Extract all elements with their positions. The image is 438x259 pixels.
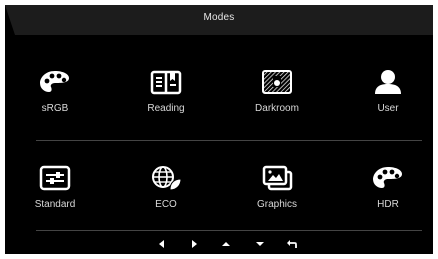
modes-grid: sRGB Reading Darkroom User Standard ECO … — [5, 5, 433, 254]
mode-label: Reading — [147, 103, 185, 114]
mode-hdr[interactable]: HDR — [338, 163, 438, 223]
user-icon — [372, 67, 404, 97]
mode-eco[interactable]: ECO — [116, 163, 216, 223]
mode-label: Darkroom — [255, 103, 299, 114]
left-arrow-icon[interactable] — [155, 237, 169, 251]
up-arrow-icon[interactable] — [219, 237, 233, 251]
book-icon — [150, 67, 182, 97]
sliders-icon — [39, 163, 71, 193]
mode-graphics[interactable]: Graphics — [227, 163, 327, 223]
palette-icon — [39, 67, 71, 97]
mode-reading[interactable]: Reading — [116, 67, 216, 127]
mode-user[interactable]: User — [338, 67, 438, 127]
mode-srgb[interactable]: sRGB — [5, 67, 105, 127]
mode-label: ECO — [155, 199, 177, 210]
osd-panel: Modes sRGB Reading Darkroom User Standar… — [5, 5, 433, 254]
mode-standard[interactable]: Standard — [5, 163, 105, 223]
mode-label: User — [377, 103, 399, 114]
mode-label: Graphics — [256, 199, 297, 210]
eco-globe-icon — [150, 163, 182, 193]
row-divider — [36, 230, 422, 231]
right-arrow-icon[interactable] — [187, 237, 201, 251]
mode-label: sRGB — [41, 103, 69, 114]
graphics-icon — [261, 163, 293, 193]
palette-icon — [372, 163, 404, 193]
navigation-bar — [5, 234, 433, 254]
mode-darkroom[interactable]: Darkroom — [227, 67, 327, 127]
down-arrow-icon[interactable] — [253, 237, 267, 251]
darkroom-icon — [261, 67, 293, 97]
mode-label: Standard — [34, 199, 76, 210]
row-divider — [36, 140, 422, 141]
mode-label: HDR — [377, 199, 399, 210]
back-icon[interactable] — [285, 237, 299, 251]
